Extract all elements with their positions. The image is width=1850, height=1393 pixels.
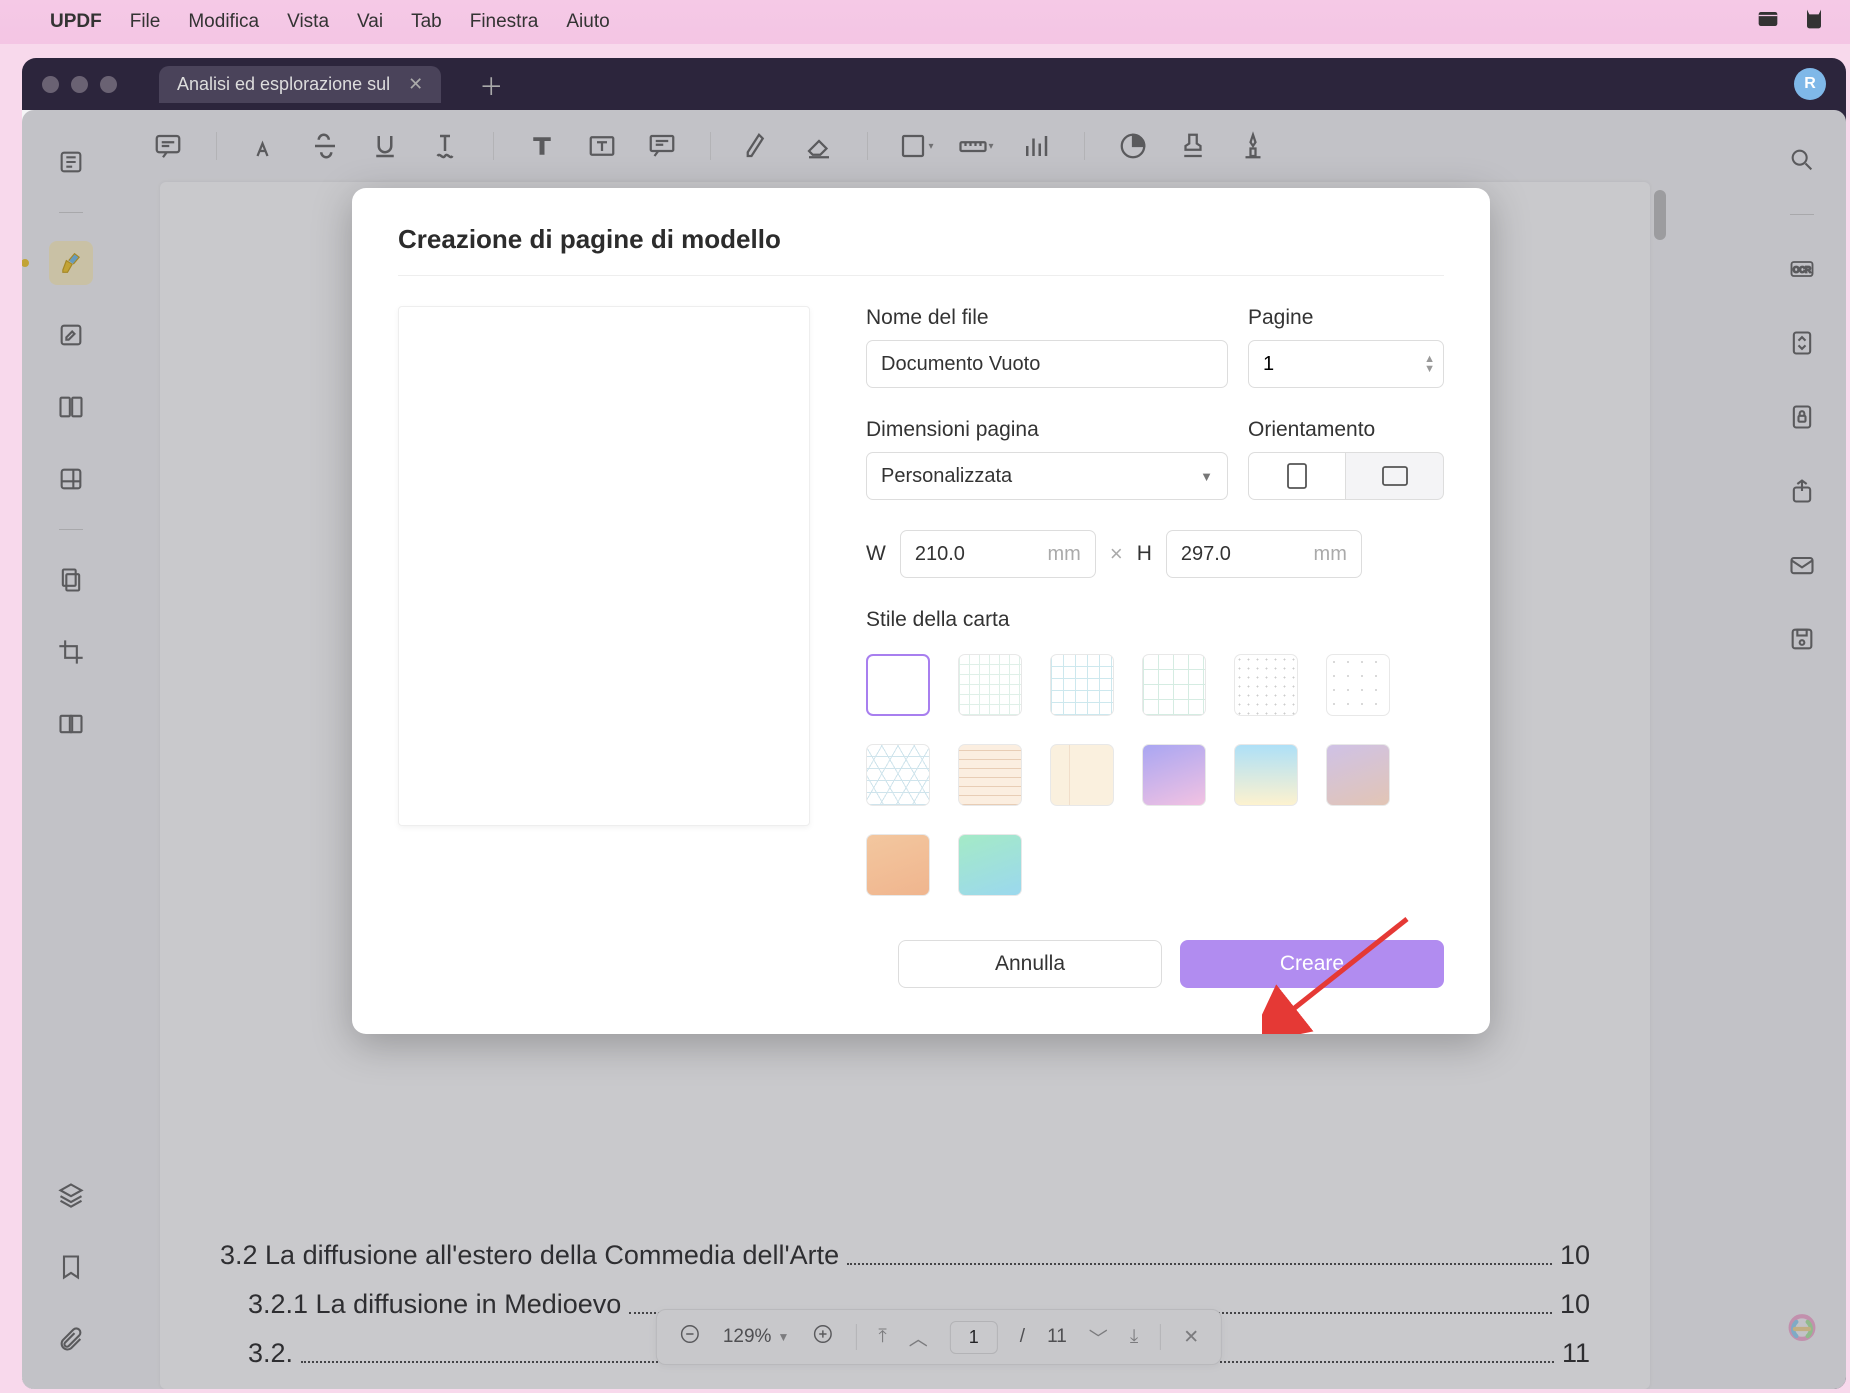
pages-input[interactable]: 1 ▲▼ [1248,340,1444,388]
menu-file[interactable]: File [130,11,161,33]
paper-style-gradient-purple[interactable] [1142,744,1206,806]
orientation-landscape-button[interactable] [1346,452,1444,500]
close-tab-icon[interactable]: ✕ [408,74,423,95]
width-label: W [866,542,886,566]
times-icon: × [1110,541,1123,567]
paper-style-grid-medium[interactable] [1050,654,1114,716]
filename-label: Nome del file [866,306,1228,330]
app-window: Analisi ed esplorazione sul ✕ ＋ R [22,58,1846,1389]
paper-style-gradient-teal[interactable] [958,834,1022,896]
orientation-portrait-button[interactable] [1248,452,1346,500]
fullscreen-window-button[interactable] [100,76,117,93]
document-tab[interactable]: Analisi ed esplorazione sul ✕ [159,66,441,103]
page-preview [398,306,810,826]
width-input[interactable]: 210.0 mm [900,530,1096,578]
paper-style-label: Stile della carta [866,608,1444,632]
chevron-down-icon: ▼ [1200,469,1213,484]
create-template-modal: Creazione di pagine di modello Nome del … [352,188,1490,1034]
paper-style-gradient-dusk[interactable] [1326,744,1390,806]
paper-style-gradient-sky[interactable] [1234,744,1298,806]
modal-title: Creazione di pagine di modello [398,224,1444,255]
menu-go[interactable]: Vai [357,11,383,33]
page-size-label: Dimensioni pagina [866,418,1228,442]
titlebar: Analisi ed esplorazione sul ✕ ＋ R [22,58,1846,110]
orientation-label: Orientamento [1248,418,1444,442]
paper-style-grid-small[interactable] [958,654,1022,716]
traffic-lights [42,76,117,93]
new-tab-button[interactable]: ＋ [479,67,503,102]
itch-icon[interactable] [1754,5,1782,40]
paper-style-isometric[interactable] [866,744,930,806]
paper-style-cornell[interactable] [1050,744,1114,806]
unit-label: mm [1048,543,1081,566]
height-input[interactable]: 297.0 mm [1166,530,1362,578]
user-avatar[interactable]: R [1794,68,1826,100]
macos-menubar: UPDF File Modifica Vista Vai Tab Finestr… [0,0,1850,44]
minimize-window-button[interactable] [71,76,88,93]
menu-window[interactable]: Finestra [470,11,539,33]
pages-label: Pagine [1248,306,1444,330]
filename-input[interactable] [866,340,1228,388]
close-window-button[interactable] [42,76,59,93]
page-size-select[interactable]: Personalizzata ▼ [866,452,1228,500]
spin-down-icon[interactable]: ▼ [1424,364,1435,374]
unit-label: mm [1314,543,1347,566]
annotation-arrow [1262,914,1412,1034]
paper-style-dots-small[interactable] [1234,654,1298,716]
cancel-button[interactable]: Annulla [898,940,1162,988]
cat-icon[interactable] [1800,5,1828,40]
height-label: H [1137,542,1152,566]
paper-style-grid-large[interactable] [1142,654,1206,716]
menu-view[interactable]: Vista [287,11,329,33]
paper-style-blank[interactable] [866,654,930,716]
menu-tab[interactable]: Tab [411,11,442,33]
tab-title: Analisi ed esplorazione sul [177,74,390,95]
menu-edit[interactable]: Modifica [188,11,259,33]
paper-style-lined[interactable] [958,744,1022,806]
app-name[interactable]: UPDF [50,11,102,33]
paper-style-grid [866,654,1444,896]
menu-help[interactable]: Aiuto [566,11,609,33]
paper-style-gradient-orange[interactable] [866,834,930,896]
paper-style-dots-large[interactable] [1326,654,1390,716]
